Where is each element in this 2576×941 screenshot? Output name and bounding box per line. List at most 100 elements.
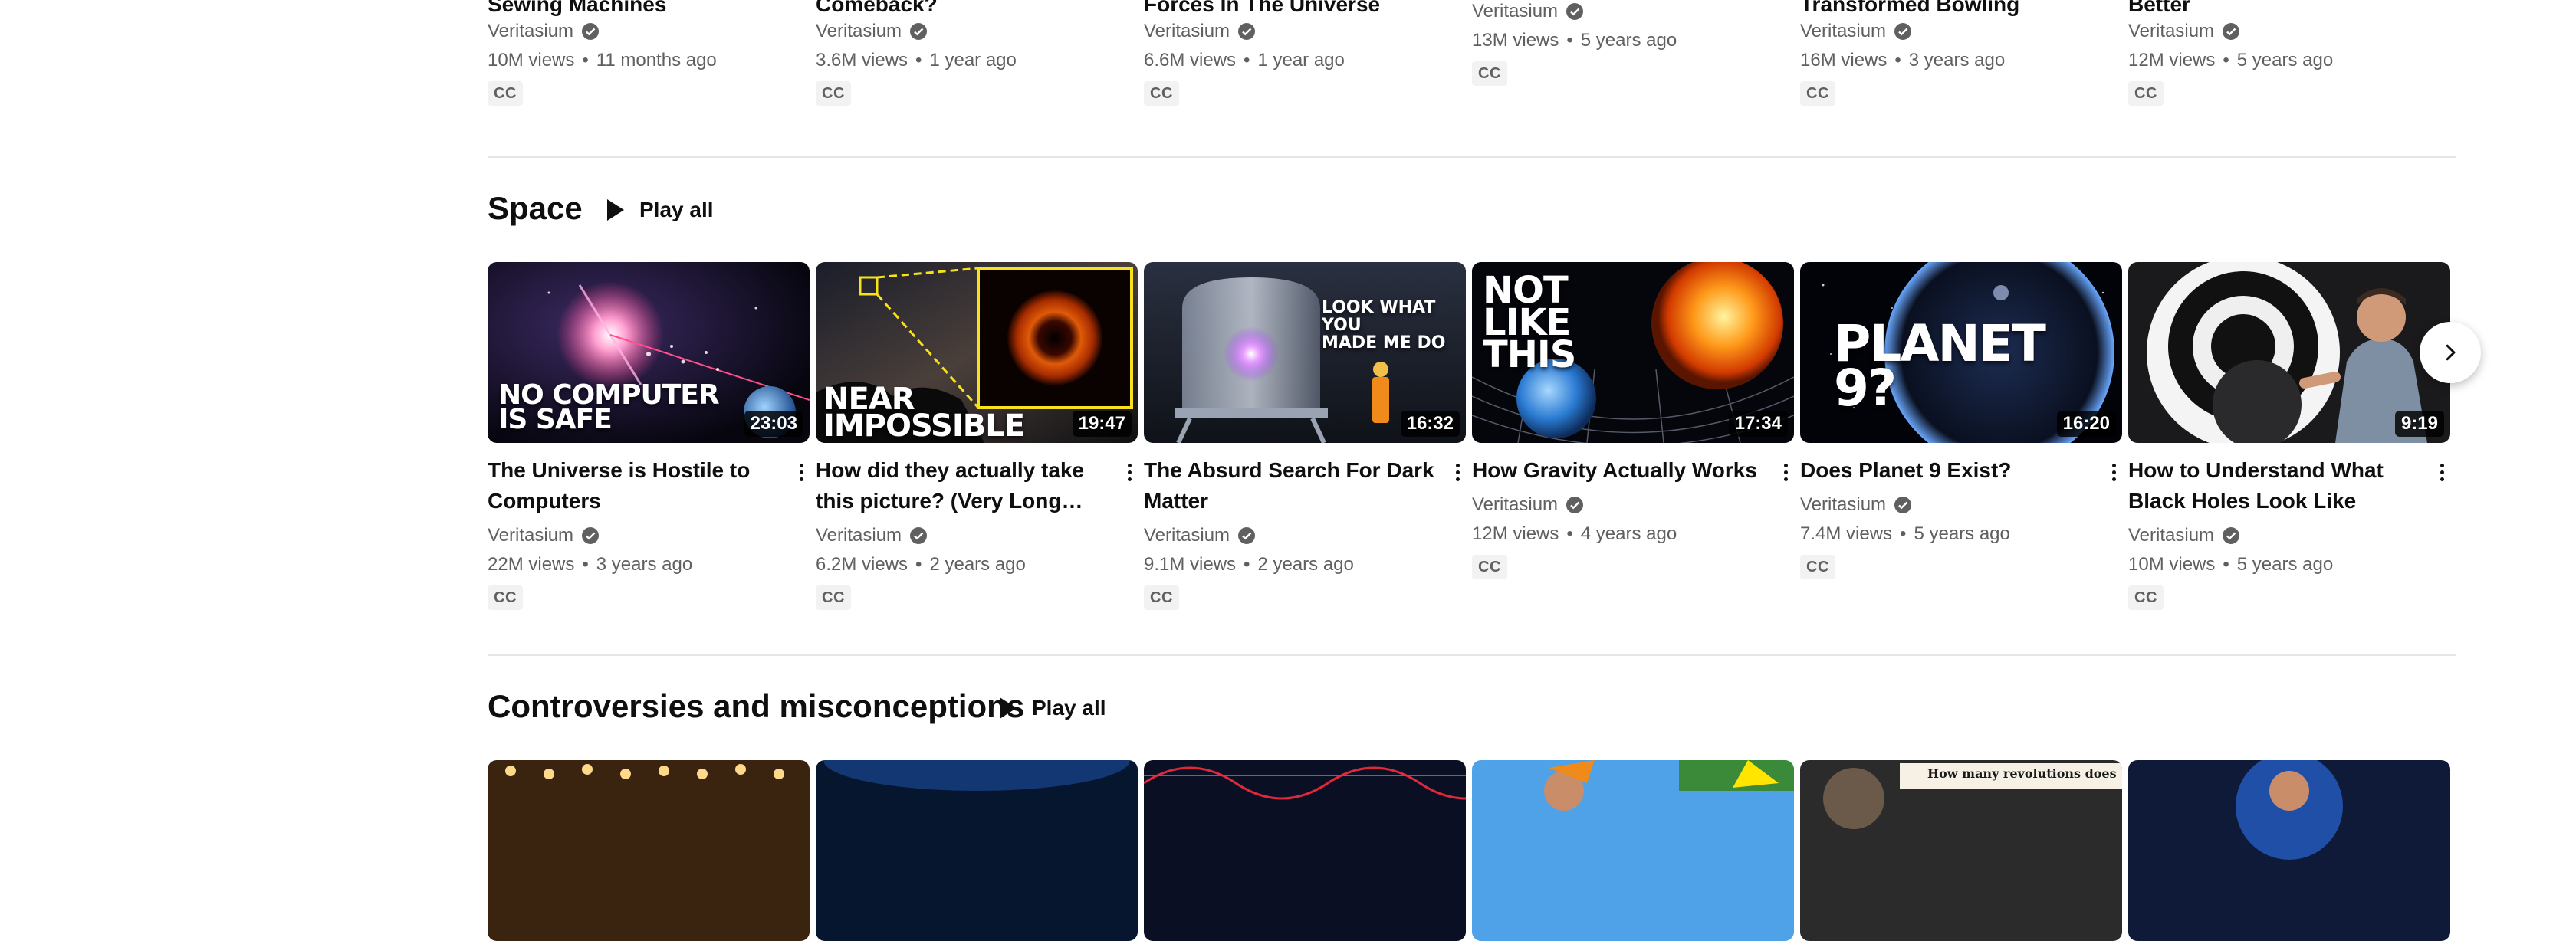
- title-row: The Absurd Search For Dark Matter: [1144, 455, 1466, 516]
- video-thumbnail[interactable]: [2128, 760, 2450, 941]
- channel-name[interactable]: Veritasium: [1800, 18, 1886, 44]
- video-thumbnail[interactable]: NO COMPUTER IS SAFE 23:03: [488, 262, 810, 443]
- upload-age: 2 years ago: [929, 554, 1026, 575]
- play-all-button[interactable]: Play all: [592, 190, 728, 230]
- video-meta: 6.6M views • 1 year ago: [1144, 50, 1345, 70]
- cc-badge: CC: [2128, 585, 2164, 610]
- view-count: 12M views: [1472, 523, 1559, 544]
- video-duration: 19:47: [1072, 411, 1132, 437]
- video-title[interactable]: How Gravity Actually Works: [1472, 455, 1765, 486]
- video-card[interactable]: The Absurd Search For Dark Matter Verita…: [1144, 455, 1466, 610]
- title-row: Does Planet 9 Exist?: [1800, 455, 2122, 486]
- channel-name[interactable]: Veritasium: [816, 18, 902, 44]
- channel-name[interactable]: Veritasium: [1144, 523, 1230, 549]
- upload-age: 5 years ago: [1914, 523, 2010, 544]
- upload-age: 1 year ago: [1257, 50, 1345, 70]
- video-card[interactable]: Veritasium 13M views • 5 years ago CC: [1472, 0, 1794, 86]
- video-title[interactable]: How did they actually take this picture?…: [816, 455, 1109, 516]
- shelf-next-button[interactable]: [2420, 322, 2481, 383]
- cc-badge: CC: [1472, 61, 1507, 86]
- video-card[interactable]: Comeback? Veritasium 3.6M views • 1 year a…: [816, 0, 1138, 106]
- video-thumbnail[interactable]: [1144, 760, 1466, 941]
- more-options-icon[interactable]: [1447, 457, 1467, 487]
- channel-name[interactable]: Veritasium: [816, 523, 902, 549]
- video-duration: 23:03: [744, 411, 803, 437]
- more-options-icon[interactable]: [791, 457, 811, 487]
- video-card[interactable]: The Universe is Hostile to Computers Ver…: [488, 455, 810, 610]
- play-all-label: Play all: [639, 198, 714, 221]
- cc-badge: CC: [2128, 81, 2164, 106]
- more-options-icon[interactable]: [1119, 457, 1139, 487]
- video-card[interactable]: Better Veritasium 12M views • 5 years ago …: [2128, 0, 2450, 106]
- shelf-divider: [488, 654, 2456, 656]
- video-meta: 22M views • 3 years ago: [488, 554, 693, 575]
- more-options-icon[interactable]: [2432, 457, 2452, 487]
- view-count: 10M views: [2128, 554, 2216, 575]
- view-count: 6.2M views: [816, 554, 909, 575]
- upload-age: 3 years ago: [1908, 50, 2006, 70]
- video-title[interactable]: The Absurd Search For Dark Matter: [1144, 455, 1437, 516]
- channel-name[interactable]: Veritasium: [2128, 18, 2214, 44]
- play-icon: [1000, 697, 1017, 719]
- channel-row: Veritasium: [1472, 0, 1794, 25]
- video-thumbnail[interactable]: LOOK WHAT YOU MADE ME DO 16:32: [1144, 262, 1466, 443]
- upload-age: 5 years ago: [2236, 554, 2334, 575]
- upload-age: 3 years ago: [596, 554, 693, 575]
- video-card[interactable]: Does Planet 9 Exist? Veritasium 7.4M vie…: [1800, 455, 2122, 579]
- video-title[interactable]: Forces In The Universe: [1144, 0, 1466, 20]
- play-all-button[interactable]: Play all: [984, 688, 1120, 728]
- upload-age: 5 years ago: [2236, 50, 2334, 70]
- video-card[interactable]: Forces In The Universe Veritasium 6.6M v…: [1144, 0, 1466, 106]
- channel-name[interactable]: Veritasium: [488, 18, 573, 44]
- channel-name[interactable]: Veritasium: [1472, 0, 1558, 25]
- verified-badge-icon: [2223, 23, 2240, 40]
- channel-name[interactable]: Veritasium: [1472, 492, 1558, 518]
- video-title[interactable]: Does Planet 9 Exist?: [1800, 455, 2093, 486]
- thumbnail-image: [1800, 760, 2122, 941]
- channel-name[interactable]: Veritasium: [1800, 492, 1886, 518]
- verified-badge-icon: [1238, 527, 1256, 544]
- video-title[interactable]: Comeback?: [816, 0, 1138, 20]
- video-card[interactable]: How Gravity Actually Works Veritasium 12…: [1472, 455, 1794, 579]
- upload-age: 4 years ago: [1580, 523, 1677, 544]
- video-title[interactable]: Transformed Bowling: [1800, 0, 2122, 20]
- video-card[interactable]: Transformed Bowling Veritasium 16M views…: [1800, 0, 2122, 106]
- video-meta: 10M views • 5 years ago: [2128, 554, 2334, 575]
- video-thumbnail[interactable]: 9:19: [2128, 262, 2450, 443]
- video-title[interactable]: How to Understand What Black Holes Look …: [2128, 455, 2421, 516]
- cc-badge: CC: [1800, 81, 1835, 106]
- video-thumbnail[interactable]: [1472, 760, 1794, 941]
- shelf-title[interactable]: Space: [488, 190, 583, 227]
- verified-badge-icon: [1894, 497, 1912, 513]
- video-card[interactable]: How did they actually take this picture?…: [816, 455, 1138, 610]
- video-card[interactable]: Sewing Machines Veritasium 10M views • 11 …: [488, 0, 810, 106]
- channel-row: Veritasium: [488, 18, 810, 44]
- channel-row: Veritasium: [816, 523, 1138, 549]
- video-title[interactable]: Better: [2128, 0, 2450, 20]
- video-thumbnail[interactable]: NOT LIKE THIS 17:34: [1472, 262, 1794, 443]
- video-thumbnail[interactable]: [816, 760, 1138, 941]
- video-title[interactable]: The Universe is Hostile to Computers: [488, 455, 780, 516]
- thumbnail-caption: How many revolutions does: [1927, 766, 2117, 781]
- video-card[interactable]: How to Understand What Black Holes Look …: [2128, 455, 2450, 610]
- view-count: 16M views: [1800, 50, 1888, 70]
- video-duration: 16:20: [2056, 411, 2116, 437]
- verified-badge-icon: [1238, 23, 1256, 40]
- verified-badge-icon: [582, 23, 600, 40]
- more-options-icon[interactable]: [1776, 457, 1796, 487]
- video-thumbnail[interactable]: [488, 760, 810, 941]
- more-options-icon[interactable]: [2104, 457, 2124, 487]
- shelf-title[interactable]: Controversies and misconceptions: [488, 688, 1024, 725]
- video-thumbnail[interactable]: NEAR IMPOSSIBLE 19:47: [816, 262, 1138, 443]
- channel-name[interactable]: Veritasium: [1144, 18, 1230, 44]
- thumbnail-image: [2128, 760, 2450, 941]
- video-title[interactable]: Sewing Machines: [488, 0, 810, 20]
- video-thumbnail[interactable]: PLANET 9? 16:20: [1800, 262, 2122, 443]
- video-duration: 17:34: [1728, 411, 1788, 437]
- video-thumbnail[interactable]: How many revolutions does: [1800, 760, 2122, 941]
- verified-badge-icon: [2223, 527, 2240, 544]
- channel-row: Veritasium: [2128, 523, 2450, 549]
- channel-name[interactable]: Veritasium: [488, 523, 573, 549]
- thumbnail-caption: PLANET 9?: [1834, 314, 2046, 418]
- channel-name[interactable]: Veritasium: [2128, 523, 2214, 549]
